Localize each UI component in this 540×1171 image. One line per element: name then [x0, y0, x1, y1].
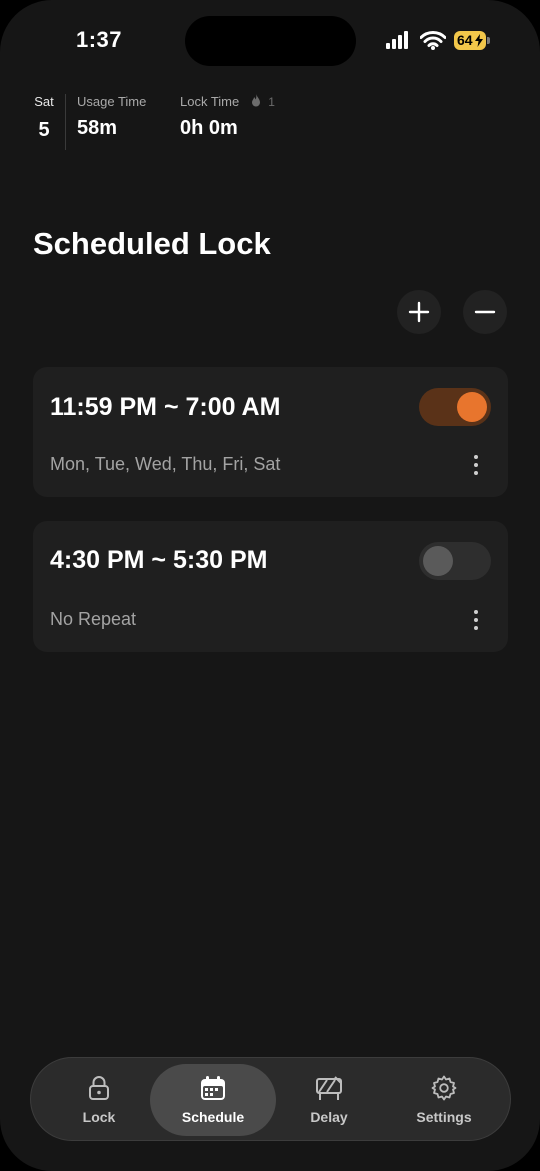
calendar-icon — [201, 1076, 225, 1100]
tab-label: Schedule — [181, 1109, 245, 1125]
plus-icon — [408, 301, 430, 323]
add-schedule-button[interactable] — [397, 290, 441, 334]
tab-label: Delay — [310, 1109, 348, 1125]
lock-time-value: 0h 0m — [180, 117, 238, 139]
toggle-knob — [457, 392, 487, 422]
usage-time-value: 58m — [77, 117, 118, 139]
tab-lock[interactable]: Lock — [36, 1064, 162, 1136]
more-options-icon[interactable] — [472, 610, 480, 630]
usage-time-label: Usage Time — [77, 94, 147, 109]
flame-icon — [251, 94, 260, 107]
gear-icon — [431, 1075, 457, 1101]
delay-icon — [316, 1076, 342, 1100]
tab-schedule[interactable]: Schedule — [150, 1064, 276, 1136]
schedule-time: 4:30 PM ~ 5:30 PM — [50, 546, 268, 574]
schedule-toggle[interactable] — [419, 388, 491, 426]
more-options-icon[interactable] — [472, 455, 480, 475]
lock-time-label: Lock Time — [180, 94, 240, 109]
wifi-icon — [420, 30, 446, 50]
schedule-card[interactable]: 4:30 PM ~ 5:30 PM No Repeat — [33, 521, 508, 652]
cellular-signal-icon — [386, 31, 408, 49]
app-screen: 1:37 64 Sat 5 Usage Time 58m Lock Time 1… — [0, 0, 540, 1171]
lock-icon — [89, 1076, 109, 1100]
toggle-knob — [423, 546, 453, 576]
remove-schedule-button[interactable] — [463, 290, 507, 334]
stats-divider — [65, 94, 66, 150]
day-label: Sat — [34, 94, 54, 109]
schedule-days: No Repeat — [50, 609, 137, 629]
schedule-toggle[interactable] — [419, 542, 491, 580]
day-number: 5 — [38, 119, 50, 141]
battery-cap — [487, 36, 490, 44]
streak-count: 1 — [268, 95, 275, 109]
minus-icon — [474, 310, 496, 314]
tab-delay[interactable]: Delay — [266, 1064, 392, 1136]
lock-time-stat: Lock Time 1 0h 0m — [180, 94, 275, 140]
status-icons: 64 — [386, 29, 490, 51]
schedule-days: Mon, Tue, Wed, Thu, Fri, Sat — [50, 454, 281, 474]
day-display: Sat 5 — [33, 94, 55, 142]
tab-label: Settings — [416, 1109, 472, 1125]
page-title: Scheduled Lock — [33, 226, 271, 261]
dynamic-island — [185, 16, 356, 66]
status-time: 1:37 — [76, 27, 123, 52]
tab-settings[interactable]: Settings — [381, 1064, 507, 1136]
charging-bolt-icon — [475, 33, 483, 47]
usage-time-stat: Usage Time 58m — [77, 94, 146, 140]
schedule-time: 11:59 PM ~ 7:00 AM — [50, 393, 281, 421]
schedule-card[interactable]: 11:59 PM ~ 7:00 AM Mon, Tue, Wed, Thu, F… — [33, 367, 508, 497]
tab-bar: Lock Schedule Delay Settings — [30, 1057, 511, 1141]
battery-level: 64 — [457, 32, 473, 48]
streak: 1 — [251, 94, 275, 109]
tab-label: Lock — [82, 1109, 116, 1125]
battery-indicator: 64 — [454, 30, 486, 50]
